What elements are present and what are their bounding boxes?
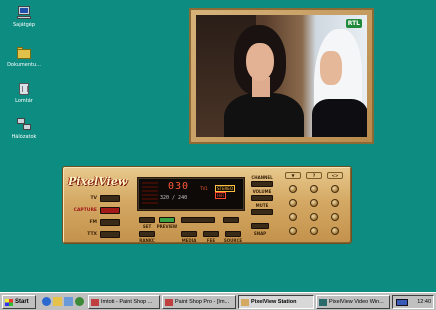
folder-icon xyxy=(16,46,32,60)
numeric-keypad: ▼ ? <> xyxy=(285,172,347,242)
tray-tv-icon[interactable] xyxy=(396,299,408,306)
start-button[interactable]: Start xyxy=(2,295,36,309)
key-dash[interactable] xyxy=(310,227,318,235)
key-5[interactable] xyxy=(310,199,318,207)
task-label: PixelView Video Win... xyxy=(329,299,384,305)
media-label: MEDIA xyxy=(181,238,197,243)
ie-icon[interactable] xyxy=(42,297,51,306)
start-label: Start xyxy=(15,299,29,305)
desktop-icon-label: Dokumentu... xyxy=(7,62,41,68)
app-icon xyxy=(91,299,99,306)
task-label: Paint Shop Pro - [Im... xyxy=(175,299,230,305)
snap-button[interactable] xyxy=(251,223,269,229)
pixelview-panel: PixelView TV CAPTURE FM TTX 030 TV1 320 … xyxy=(62,166,352,244)
key-9[interactable] xyxy=(331,213,339,221)
desktop-icon-label: Hálózatok xyxy=(11,134,37,140)
key-1[interactable] xyxy=(289,185,297,193)
task-pixelview-video[interactable]: PixelView Video Win... xyxy=(316,295,390,309)
key-2[interactable] xyxy=(310,185,318,193)
key-8[interactable] xyxy=(310,213,318,221)
tv-mode-button[interactable]: TV xyxy=(67,195,127,203)
resolution-readout: 320 / 240 xyxy=(160,195,188,201)
outlook-icon[interactable] xyxy=(53,297,62,306)
key-3[interactable] xyxy=(331,185,339,193)
side-button-label: CAPTURE xyxy=(73,208,97,213)
task-label: Imtoti - Paint Shop ... xyxy=(101,299,153,305)
desktop-icon-label: Lomtár xyxy=(15,98,33,104)
dropdown-button[interactable]: ▼ xyxy=(285,172,301,179)
help-button[interactable]: ? xyxy=(306,172,322,179)
desktop-icon-documents[interactable]: Dokumentu... xyxy=(2,46,46,68)
my-computer-icon xyxy=(16,6,32,20)
side-button-label: TTX xyxy=(87,232,97,237)
channel-number: 030 xyxy=(168,181,190,192)
snap-label: SNAP xyxy=(253,231,267,236)
set-label: SET xyxy=(142,224,152,229)
volume-control[interactable] xyxy=(251,195,273,201)
system-tray: 12:40 xyxy=(392,295,434,309)
pixelview-logo: PixelView xyxy=(68,175,128,188)
key-7[interactable] xyxy=(289,213,297,221)
windows-logo-icon xyxy=(5,299,13,306)
ttx-mode-button[interactable]: TTX xyxy=(67,231,127,239)
task-label: PixelView Station xyxy=(251,299,297,305)
rankc-label: RANKC xyxy=(139,238,155,243)
side-button-label: FM xyxy=(89,220,97,225)
side-button-label: TV xyxy=(90,196,97,201)
media-button[interactable] xyxy=(181,231,197,237)
channels-icon[interactable] xyxy=(75,297,84,306)
resize-button[interactable]: <> xyxy=(327,172,343,179)
set-button[interactable] xyxy=(139,217,155,223)
desktop-icon-network[interactable]: Hálózatok xyxy=(2,118,46,140)
fm-mode-button[interactable]: FM xyxy=(67,219,127,227)
channel-logo: RTL xyxy=(345,19,362,28)
aux-button[interactable] xyxy=(223,217,239,223)
video-window[interactable]: RTL xyxy=(189,8,374,144)
key-6[interactable] xyxy=(331,199,339,207)
task-paint-shop-1[interactable]: Imtoti - Paint Shop ... xyxy=(88,295,160,309)
video-feed: RTL xyxy=(196,15,367,137)
source-button[interactable] xyxy=(225,231,241,237)
network-icon xyxy=(16,118,32,132)
key-4[interactable] xyxy=(289,199,297,207)
mute-button[interactable] xyxy=(251,209,273,215)
app-icon xyxy=(165,299,173,306)
desktop-icon-my-computer[interactable]: Sajátgép xyxy=(2,6,46,28)
channel-label: CHANNEL xyxy=(251,175,273,180)
source-label: SOURCE xyxy=(223,238,243,243)
mute-label: MUTE xyxy=(255,203,269,208)
task-paint-shop-2[interactable]: Paint Shop Pro - [Im... xyxy=(162,295,236,309)
rankc-button[interactable] xyxy=(139,231,155,237)
app-icon xyxy=(241,299,249,306)
lcd-display: 030 TV1 320 / 240 STEREO HiFi xyxy=(137,177,245,211)
clock: 12:40 xyxy=(417,299,431,305)
desktop-icon-recycle-bin[interactable]: Lomtár xyxy=(2,82,46,104)
slider-bar[interactable] xyxy=(181,217,215,223)
fee-label: FEE xyxy=(206,238,216,243)
stereo-badge: STEREO xyxy=(215,185,235,192)
hifi-badge: HiFi xyxy=(215,192,227,199)
taskbar: Start Imtoti - Paint Shop ... Paint Shop… xyxy=(0,292,436,310)
preview-button[interactable] xyxy=(159,217,175,223)
key-0[interactable] xyxy=(289,227,297,235)
fee-button[interactable] xyxy=(203,231,219,237)
recycle-bin-icon xyxy=(16,82,32,96)
signal-meter xyxy=(142,182,158,206)
channel-control[interactable] xyxy=(251,181,273,187)
channel-suffix: TV1 xyxy=(200,186,208,191)
desktop-icon[interactable] xyxy=(64,297,73,306)
desktop-icon-label: Sajátgép xyxy=(12,22,36,28)
preview-label: PREVIEW xyxy=(156,224,178,229)
desktop: Sajátgép Dokumentu... Lomtár Hálózatok R… xyxy=(0,0,436,292)
volume-label: VOLUME xyxy=(252,189,272,194)
app-icon xyxy=(319,299,327,306)
key-ok[interactable] xyxy=(331,227,339,235)
capture-mode-button[interactable]: CAPTURE xyxy=(67,207,127,215)
task-pixelview-station[interactable]: PixelView Station xyxy=(238,295,314,309)
